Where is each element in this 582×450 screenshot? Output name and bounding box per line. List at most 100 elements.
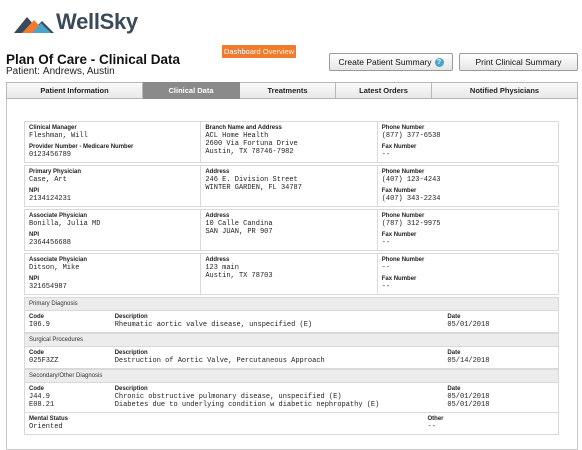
code-value: I06.9 <box>29 321 51 329</box>
code-label: Code <box>29 386 44 392</box>
date-cell: Date 05/14/2018 <box>443 347 558 368</box>
role-label: Clinical Manager <box>29 125 77 131</box>
provider-address: Address 246 E. Division Street WINTER GA… <box>201 166 378 206</box>
create-patient-summary-button[interactable]: Create Patient Summary ? <box>329 53 453 71</box>
provider-contact: Phone Number (407) 123-4243 Fax Number (… <box>378 166 558 206</box>
provider-identity: Associate Physician Bonilla, Julia MD NP… <box>25 210 202 250</box>
role-label: Primary Physician <box>29 169 82 175</box>
address-label: Address <box>205 213 230 219</box>
code-cell: Code J44.9 E08.21 <box>25 383 111 412</box>
provider-name: Fleshman, Will <box>29 132 88 140</box>
address-line: 123 main <box>205 264 239 272</box>
patient-line: Patient: Andrews, Austin <box>6 66 115 77</box>
secondary-diagnosis-heading: Secondary/Other Diagnosis <box>24 369 559 383</box>
tab-clinical-data[interactable]: Clinical Data <box>143 82 240 99</box>
description-cell: Description Destruction of Aortic Valve,… <box>111 347 444 368</box>
provider-address: Address 10 Calle Candina SAN JUAN, PR 90… <box>201 210 378 250</box>
role-label: Associate Physician <box>29 257 88 263</box>
provider-address: Branch Name and Address ACL Home Health … <box>201 122 378 162</box>
provider-identity: Clinical Manager Fleshman, Will Provider… <box>25 122 202 162</box>
address-line: SAN JUAN, PR 907 <box>205 228 273 236</box>
id-label: NPI <box>29 276 40 282</box>
mental-status-label: Mental Status <box>29 416 69 422</box>
other-value: -- <box>427 423 436 431</box>
code-cell: Code 025F3ZZ <box>25 347 111 368</box>
date-cell: Date 05/01/2018 05/01/2018 <box>443 383 558 412</box>
phone-value: (407) 123-4243 <box>381 176 441 184</box>
code-label: Code <box>29 314 44 320</box>
provider-contact: Phone Number (787) 312-9975 Fax Number -… <box>378 210 558 250</box>
code-label: Code <box>29 350 44 356</box>
role-label: Associate Physician <box>29 213 88 219</box>
address-line: WINTER GARDEN, FL 34787 <box>205 184 302 192</box>
address-line: 2600 Via Fortuna Drive <box>205 140 298 148</box>
tab-treatments[interactable]: Treatments <box>240 82 336 99</box>
provider-name: Bonilla, Julia MD <box>29 220 101 228</box>
description-value: Diabetes due to underlying condition w d… <box>114 401 380 409</box>
fax-label: Fax Number <box>381 276 417 282</box>
date-value: 05/14/2018 <box>447 357 490 365</box>
tab-patient-information[interactable]: Patient Information <box>6 82 143 99</box>
fax-label: Fax Number <box>381 188 417 194</box>
phone-label: Phone Number <box>381 169 425 175</box>
address-line: 10 Calle Candina <box>205 220 273 228</box>
surgical-procedures-row: Code 025F3ZZ Description Destruction of … <box>24 347 559 369</box>
fax-label: Fax Number <box>381 144 417 150</box>
id-value: 2364456688 <box>29 239 72 247</box>
address-label: Address <box>205 169 230 175</box>
provider-row: Clinical Manager Fleshman, Will Provider… <box>24 121 559 163</box>
description-value: Destruction of Aortic Valve, Percutaneou… <box>114 357 325 365</box>
phone-label: Phone Number <box>381 257 425 263</box>
brand-name: WellSky <box>56 9 138 34</box>
fax-label: Fax Number <box>381 232 417 238</box>
fax-value: -- <box>381 239 391 247</box>
provider-contact: Phone Number -- Fax Number -- <box>378 254 558 294</box>
address-line: Austin, TX 78703 <box>205 272 273 280</box>
code-value: E08.21 <box>29 401 55 409</box>
provider-row: Associate Physician Bonilla, Julia MD NP… <box>24 209 559 251</box>
code-cell: Code I06.9 <box>25 311 111 332</box>
clinical-data-content: Clinical Manager Fleshman, Will Provider… <box>24 121 559 435</box>
surgical-procedures-heading: Surgical Procedures <box>24 333 559 347</box>
address-line: ACL Home Health <box>205 132 269 140</box>
id-value: 2134124231 <box>29 195 72 203</box>
date-cell: Date 05/01/2018 <box>443 311 558 332</box>
create-summary-label: Create Patient Summary <box>338 57 432 67</box>
print-clinical-summary-button[interactable]: Print Clinical Summary <box>459 53 578 71</box>
provider-name: Case, Art <box>29 176 67 184</box>
help-icon[interactable]: ? <box>434 57 444 67</box>
description-value: Rheumatic aortic valve disease, unspecif… <box>114 321 313 329</box>
phone-value: -- <box>381 264 391 272</box>
description-value: Chronic obstructive pulmonary disease, u… <box>114 393 342 401</box>
tab-bar: Patient Information Clinical Data Treatm… <box>6 82 578 99</box>
provider-name: Ditson, Mike <box>29 264 80 272</box>
dashboard-overview-button[interactable]: Dashboard Overview <box>222 45 296 58</box>
description-cell: Description Chronic obstructive pulmonar… <box>111 383 444 412</box>
tab-latest-orders[interactable]: Latest Orders <box>336 82 432 99</box>
primary-diagnosis-row: Code I06.9 Description Rheumatic aortic … <box>24 311 559 333</box>
id-label: Provider Number - Medicare Number <box>29 144 134 150</box>
tab-notified-physicians[interactable]: Notified Physicians <box>432 82 578 99</box>
code-value: 025F3ZZ <box>29 357 59 365</box>
id-value: 321654987 <box>29 283 67 291</box>
patient-name: Andrews, Austin <box>42 66 115 77</box>
id-label: NPI <box>29 232 40 238</box>
mental-status-value: Oriented <box>29 423 63 431</box>
phone-value: (787) 312-9975 <box>381 220 441 228</box>
code-value: J44.9 <box>29 393 51 401</box>
mental-status-row: Mental Status Oriented Other -- <box>24 413 559 435</box>
address-line: 246 E. Division Street <box>205 176 298 184</box>
other-label: Other <box>427 416 444 422</box>
date-label: Date <box>447 314 461 320</box>
other-cell: Other -- <box>423 413 558 434</box>
fax-value: (407) 343-2234 <box>381 195 441 203</box>
address-label: Branch Name and Address <box>205 125 282 131</box>
provider-row: Associate Physician Ditson, Mike NPI 321… <box>24 253 559 295</box>
primary-diagnosis-heading: Primary Diagnosis <box>24 297 559 311</box>
phone-label: Phone Number <box>381 125 425 131</box>
phone-label: Phone Number <box>381 213 425 219</box>
provider-identity: Associate Physician Ditson, Mike NPI 321… <box>25 254 202 294</box>
provider-row: Primary Physician Case, Art NPI 21341242… <box>24 165 559 207</box>
id-value: 0123456789 <box>29 151 72 159</box>
date-value: 05/01/2018 <box>447 321 490 329</box>
